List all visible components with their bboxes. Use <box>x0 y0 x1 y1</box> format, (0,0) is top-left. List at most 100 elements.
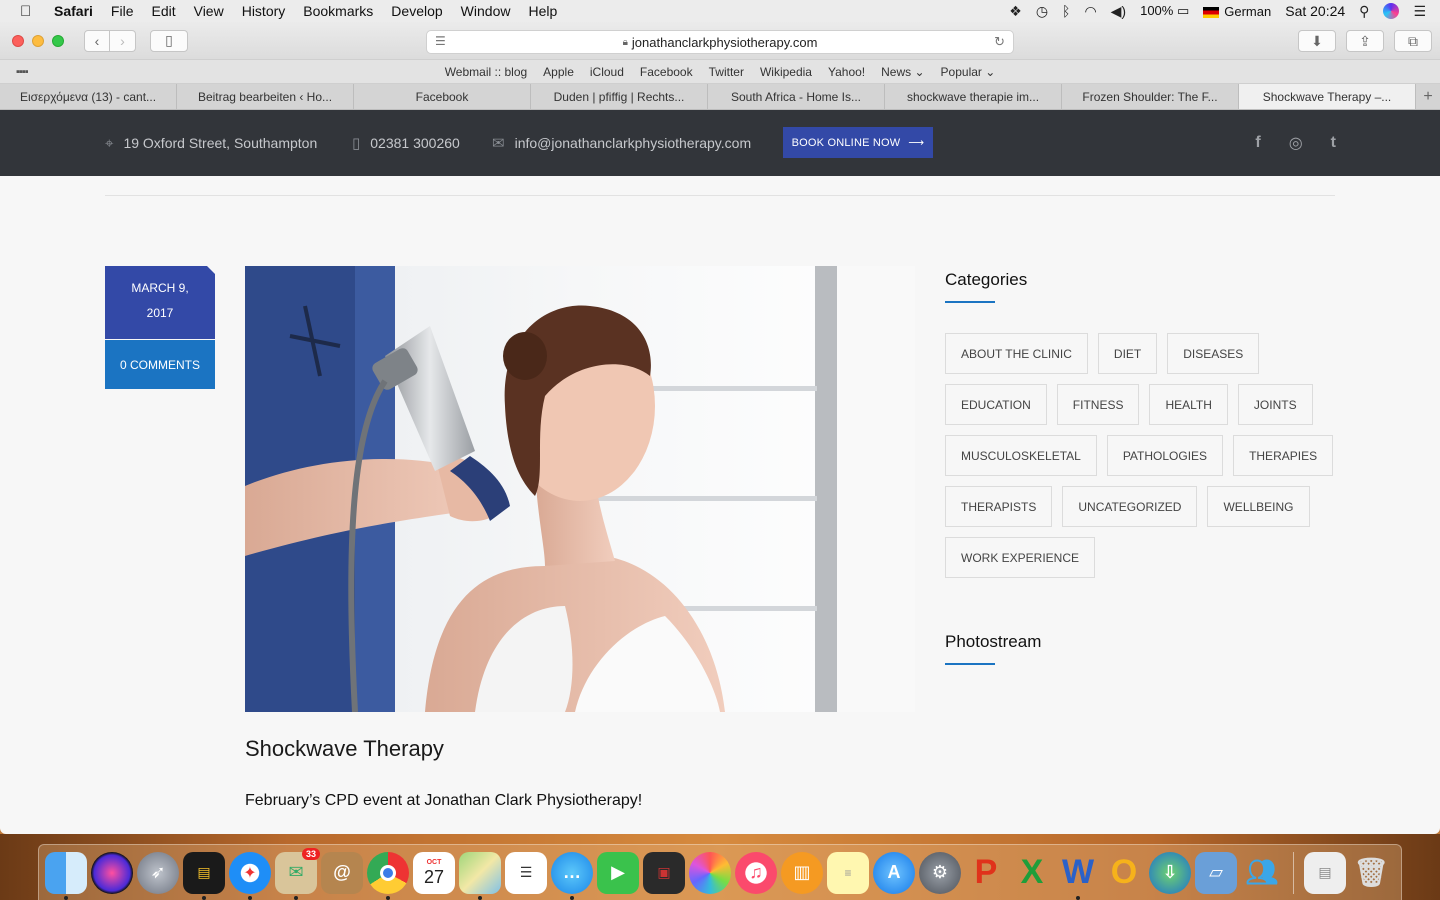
category-joints[interactable]: JOINTS <box>1237 384 1313 425</box>
spotlight-search-icon[interactable]: ⚲ <box>1359 3 1369 20</box>
powerpoint-icon[interactable]: P <box>965 852 1007 894</box>
minimize-window-button[interactable] <box>32 34 44 47</box>
category-health[interactable]: HEALTH <box>1149 384 1228 425</box>
category-diet[interactable]: DIET <box>1097 333 1158 374</box>
menu-history[interactable]: History <box>242 3 286 19</box>
downloads-button[interactable]: ⬇ <box>1298 30 1336 52</box>
downloads-stack-icon[interactable]: ▤ <box>1304 851 1346 894</box>
notification-center-icon[interactable]: ☰ <box>1413 3 1426 20</box>
share-button[interactable]: ⇪ <box>1346 30 1384 52</box>
menu-file[interactable]: File <box>111 3 134 19</box>
network-globe-icon[interactable]: ⇩ <box>1149 851 1191 894</box>
tab-overview-button[interactable]: ⧉ <box>1394 30 1432 52</box>
menu-edit[interactable]: Edit <box>151 3 175 19</box>
time-machine-icon[interactable]: ◷ <box>1036 3 1048 20</box>
facetime-icon[interactable]: ▶ <box>597 851 639 894</box>
tab-duden[interactable]: Duden | pfiffig | Rechts... <box>531 84 708 109</box>
tab-shockwave-therapie[interactable]: shockwave therapie im... <box>885 84 1062 109</box>
bookmark-wikipedia[interactable]: Wikipedia <box>760 65 812 79</box>
bookmark-yahoo[interactable]: Yahoo! <box>828 65 865 79</box>
close-window-button[interactable] <box>12 34 24 47</box>
reload-icon[interactable]: ↻ <box>994 34 1005 50</box>
bookmark-twitter[interactable]: Twitter <box>709 65 744 79</box>
finder-icon[interactable] <box>45 851 87 900</box>
menu-bar-clock[interactable]: Sat 20:24 <box>1285 3 1345 19</box>
site-phone[interactable]: ▯ 02381 300260 <box>352 110 460 176</box>
sidebar-toggle-button[interactable]: ▯ <box>150 29 188 52</box>
siri-dock-icon[interactable] <box>91 851 133 894</box>
tumblr-icon[interactable]: t <box>1331 134 1336 152</box>
launchpad-icon[interactable]: ➶ <box>137 851 179 894</box>
input-language[interactable]: German <box>1203 4 1271 19</box>
category-fitness[interactable]: FITNESS <box>1056 384 1140 425</box>
bookmark-facebook[interactable]: Facebook <box>640 65 693 79</box>
system-preferences-icon[interactable]: ⚙ <box>919 851 961 894</box>
itunes-icon[interactable]: ♫ <box>735 851 777 894</box>
forward-button[interactable]: › <box>110 29 136 52</box>
top-sites-grid-icon[interactable]: ▪▪▪▪ <box>16 66 29 78</box>
reminders-icon[interactable]: ☰ <box>505 851 547 894</box>
siri-icon[interactable] <box>1383 3 1400 19</box>
tab-facebook[interactable]: Facebook <box>354 84 531 109</box>
wifi-icon[interactable]: ◠ <box>1084 3 1096 20</box>
maps-icon[interactable] <box>459 851 501 900</box>
category-therapies[interactable]: THERAPIES <box>1233 435 1334 476</box>
tab-frozen-shoulder[interactable]: Frozen Shoulder: The F... <box>1062 84 1239 109</box>
book-online-button[interactable]: BOOK ONLINE NOW ⟶ <box>783 127 933 158</box>
calendar-icon[interactable]: OCT 27 <box>413 851 455 894</box>
new-tab-button[interactable]: + <box>1416 84 1440 109</box>
app-store-icon[interactable]: A <box>873 851 915 894</box>
address-bar[interactable]: ☰ 🔒︎ jonathanclarkphysiotherapy.com ↻ <box>426 30 1014 54</box>
remote-desktop-icon[interactable]: ▱ <box>1195 851 1237 894</box>
post-comments-link[interactable]: 0 COMMENTS <box>105 340 215 389</box>
back-button[interactable]: ‹ <box>84 29 110 52</box>
bookmark-news-folder[interactable]: News ⌄ <box>881 65 924 79</box>
category-therapists[interactable]: THERAPISTS <box>945 486 1053 527</box>
bookmark-popular-folder[interactable]: Popular ⌄ <box>941 65 996 79</box>
post-featured-image[interactable] <box>245 266 915 712</box>
site-email[interactable]: ✉ info@jonathanclarkphysiotherapy.com <box>492 110 751 176</box>
outlook-icon[interactable]: O <box>1103 852 1145 894</box>
tab-shockwave-therapy-active[interactable]: Shockwave Therapy –... <box>1239 84 1416 109</box>
category-wellbeing[interactable]: WELLBEING <box>1207 486 1310 527</box>
post-title[interactable]: Shockwave Therapy <box>245 736 444 762</box>
bookmark-apple[interactable]: Apple <box>543 65 574 79</box>
messenger-people-icon[interactable]: 👥︎ <box>1241 852 1283 894</box>
menu-help[interactable]: Help <box>528 3 557 19</box>
category-about-the-clinic[interactable]: ABOUT THE CLINIC <box>945 333 1088 374</box>
bookmark-icloud[interactable]: iCloud <box>590 65 624 79</box>
menu-view[interactable]: View <box>194 3 224 19</box>
dropbox-icon[interactable]: ❖ <box>1009 3 1022 20</box>
messages-icon[interactable]: … <box>551 851 593 900</box>
tab-south-africa[interactable]: South Africa - Home Is... <box>708 84 885 109</box>
ibooks-icon[interactable]: ▥ <box>781 851 823 894</box>
menu-develop[interactable]: Develop <box>391 3 442 19</box>
photo-booth-icon[interactable]: ▣ <box>643 851 685 894</box>
fullscreen-window-button[interactable] <box>52 34 64 47</box>
category-work-experience[interactable]: WORK EXPERIENCE <box>945 537 1096 578</box>
category-diseases[interactable]: DISEASES <box>1167 333 1260 374</box>
excel-icon[interactable]: X <box>1011 852 1053 894</box>
safari-dock-icon[interactable]: ✦ <box>229 851 271 900</box>
volume-icon[interactable]: ◀) <box>1111 3 1126 20</box>
menu-app-safari[interactable]: Safari <box>54 3 93 19</box>
category-pathologies[interactable]: PATHOLOGIES <box>1106 435 1224 476</box>
chrome-icon[interactable] <box>367 851 409 900</box>
word-icon[interactable]: W <box>1057 852 1099 900</box>
category-education[interactable]: EDUCATION <box>945 384 1047 425</box>
bookmark-webmail[interactable]: Webmail :: blog <box>445 65 527 79</box>
notes-icon[interactable]: ≡ <box>827 851 869 894</box>
reader-view-icon[interactable]: ☰ <box>435 34 446 48</box>
facebook-icon[interactable]: f <box>1255 134 1260 152</box>
category-musculoskeletal[interactable]: MUSCULOSKELETAL <box>945 435 1097 476</box>
tab-edit-post[interactable]: Beitrag bearbeiten ‹ Ho... <box>177 84 354 109</box>
dashboard-icon[interactable]: ▤ <box>183 851 225 900</box>
contacts-icon[interactable]: @ <box>321 851 363 894</box>
trash-icon[interactable]: 🗑︎ <box>1350 852 1392 894</box>
tab-inbox[interactable]: Εισερχόμενα (13) - cant... <box>0 84 177 109</box>
battery-status[interactable]: 100% ▭ <box>1140 3 1189 19</box>
menu-window[interactable]: Window <box>461 3 511 19</box>
bluetooth-icon[interactable]: ᛒ <box>1062 3 1070 19</box>
instagram-icon[interactable]: ◎ <box>1289 133 1303 153</box>
mail-dock-icon[interactable]: ✉ 33 <box>275 847 320 900</box>
